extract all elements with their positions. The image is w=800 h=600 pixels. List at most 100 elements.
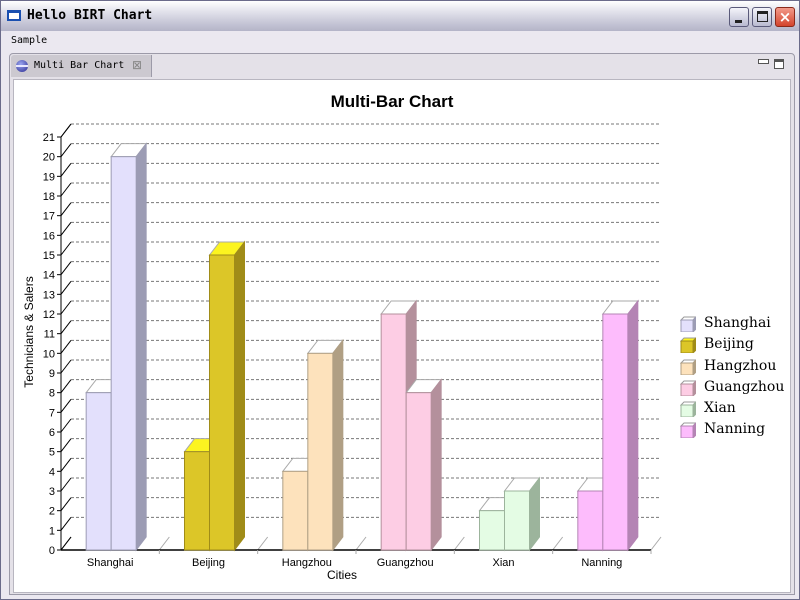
y-tick-label: 19	[43, 171, 55, 183]
legend-swatch-front	[680, 362, 694, 375]
bar-front-face	[577, 490, 604, 551]
y-tick-label: 3	[49, 486, 55, 498]
maximize-icon	[757, 11, 768, 22]
y-tick-label: 21	[43, 132, 55, 144]
bar	[306, 338, 344, 552]
maximize-button[interactable]	[752, 7, 772, 27]
floor-diagonal	[650, 536, 662, 551]
wall-diagonal	[60, 222, 72, 236]
bar-side-face	[529, 476, 540, 552]
menu-item-sample[interactable]: Sample	[11, 35, 47, 46]
bar-front-face	[602, 313, 629, 551]
legend-label: Hangzhou	[704, 357, 777, 374]
y-tick-label: 5	[49, 447, 55, 459]
bar-side-face	[627, 299, 639, 552]
wall-diagonal	[60, 477, 72, 492]
tab-close-icon[interactable]: ⊠	[132, 59, 142, 71]
x-axis-title: Cities	[327, 568, 357, 582]
x-tick-label: Nanning	[581, 557, 622, 569]
y-tick-label: 9	[49, 368, 55, 380]
wall-diagonal	[60, 163, 72, 177]
bar-front-face	[184, 451, 210, 551]
bar	[405, 378, 443, 552]
y-tick-label: 14	[43, 270, 55, 282]
legend-swatch-front	[680, 425, 694, 439]
bar	[601, 299, 639, 552]
bar-front-face	[85, 392, 112, 551]
x-tick-label: Hangzhou	[282, 557, 332, 569]
wall-diagonal	[60, 123, 72, 138]
window-title: Hello BIRT Chart	[27, 8, 153, 23]
y-tick-label: 16	[43, 230, 55, 242]
wall-diagonal	[60, 261, 72, 275]
app-window: Hello BIRT Chart × Sample Multi Bar Char…	[0, 0, 800, 600]
floor-diagonal	[355, 536, 367, 551]
chart-view: Multi Bar Chart ⊠ Multi-Bar Chart 012345…	[9, 53, 795, 595]
title-bar[interactable]: Hello BIRT Chart ×	[1, 1, 799, 31]
y-tick-label: 13	[43, 289, 55, 301]
wall-diagonal	[60, 143, 72, 157]
y-tick-label: 15	[43, 250, 55, 262]
bar	[503, 476, 541, 552]
legend-label: Guangzhou	[704, 378, 785, 395]
minimize-icon	[735, 20, 742, 23]
bar	[208, 240, 246, 552]
bar-front-face	[282, 470, 309, 551]
y-tick-label: 1	[49, 525, 55, 537]
tab-label: Multi Bar Chart	[34, 60, 125, 71]
x-tick-label: Guangzhou	[377, 557, 434, 569]
y-tick-label: 2	[49, 506, 55, 518]
wall-diagonal	[60, 438, 72, 452]
legend-swatch-front	[680, 319, 694, 332]
wall-diagonal	[60, 379, 72, 393]
y-tick-label: 10	[43, 348, 55, 360]
bar-chart: Multi-Bar Chart 012345678910111213141516…	[22, 92, 662, 582]
chart-canvas: Multi-Bar Chart 0 1 2 3 4 5 6 7 8 9 10 11 12 13 14 15 16…	[13, 79, 791, 593]
wall-diagonal	[60, 300, 72, 315]
legend-swatch	[680, 337, 696, 354]
floor-diagonal	[552, 536, 564, 551]
bar-side-face	[332, 338, 344, 552]
bar-front-face	[479, 510, 505, 551]
bar-front-face	[504, 490, 530, 551]
legend-swatch	[680, 358, 696, 375]
wall-diagonal	[60, 418, 72, 433]
wall-diagonal	[60, 458, 72, 472]
view-minimize-icon[interactable]	[758, 59, 769, 64]
tab-multi-bar-chart[interactable]: Multi Bar Chart ⊠	[11, 55, 152, 77]
grid-layer	[60, 123, 662, 551]
chart-title: Multi-Bar Chart	[331, 92, 454, 111]
x-tick-label: Beijing	[192, 557, 225, 569]
wall-diagonal	[60, 536, 72, 551]
bar-side-face	[234, 240, 245, 552]
legend-swatch	[680, 380, 696, 396]
bar-front-face	[209, 254, 235, 551]
y-tick-label: 6	[49, 427, 55, 439]
legend-swatch	[680, 316, 696, 332]
y-tick-label: 12	[43, 309, 55, 321]
x-tick-label: Xian	[492, 557, 514, 569]
bar	[110, 142, 148, 552]
bar-front-face	[110, 156, 137, 551]
y-tick-label: 0	[49, 545, 55, 557]
wall-diagonal	[60, 182, 72, 197]
wall-diagonal	[60, 281, 72, 295]
close-button[interactable]: ×	[775, 7, 795, 27]
minimize-button[interactable]	[729, 7, 749, 27]
bar-front-face	[307, 352, 334, 551]
menu-bar: Sample	[3, 32, 797, 50]
legend-label: Nanning	[704, 421, 766, 438]
bar-side-face	[430, 378, 442, 552]
y-tick-label: 8	[49, 388, 55, 400]
eclipse-icon	[16, 60, 28, 72]
x-tick-label: Shanghai	[87, 557, 134, 569]
bar-front-face	[380, 313, 407, 551]
window-icon	[7, 10, 21, 21]
view-maximize-icon[interactable]	[774, 59, 784, 69]
wall-diagonal	[60, 340, 72, 354]
wall-diagonal	[60, 320, 72, 334]
bar-front-face	[405, 392, 432, 551]
wall-diagonal	[60, 399, 72, 413]
y-tick-label: 4	[49, 466, 55, 478]
legend-swatch	[680, 401, 696, 418]
